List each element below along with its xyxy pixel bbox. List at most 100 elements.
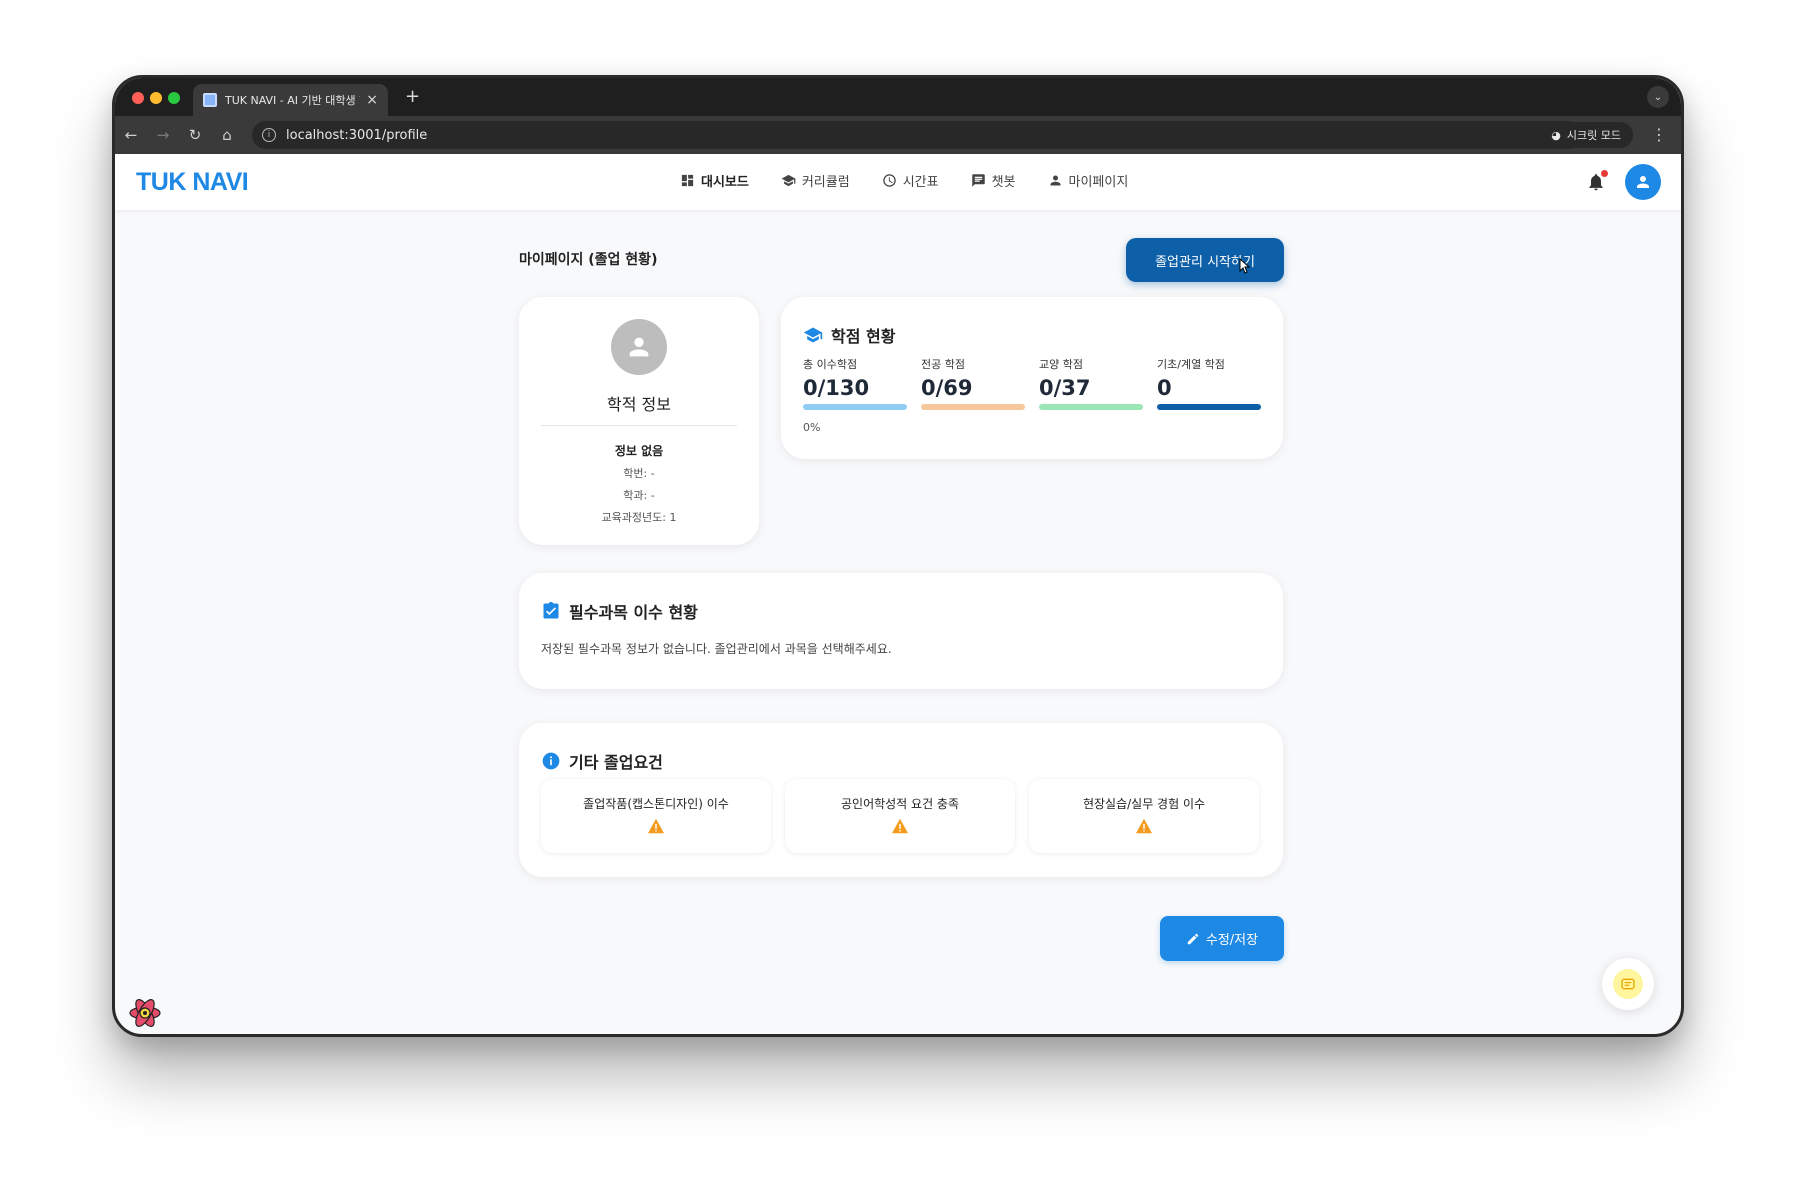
chat-icon [971, 174, 985, 187]
react-devtools-icon[interactable] [127, 995, 163, 1031]
tab-strip: TUK NAVI - AI 기반 대학생 학습 × + ⌄ [115, 78, 1681, 116]
nav-item-mypage[interactable]: 마이페이지 [1048, 171, 1129, 190]
required-courses-card: 필수과목 이수 현황 저장된 필수과목 정보가 없습니다. 졸업관리에서 과목을… [519, 573, 1283, 689]
browser-window: TUK NAVI - AI 기반 대학생 학습 × + ⌄ ← → ↻ ⌂ i … [112, 75, 1684, 1037]
required-empty-message: 저장된 필수과목 정보가 없습니다. 졸업관리에서 과목을 선택해주세요. [541, 642, 892, 656]
user-avatar-button[interactable] [1625, 164, 1661, 200]
main-nav: 대시보드 커리큘럼 시간표 챗봇 마이페이지 [680, 171, 1128, 190]
divider [541, 425, 737, 426]
credit-label: 전공 학점 [921, 358, 965, 371]
start-graduation-button[interactable]: 졸업관리 시작하기 [1126, 238, 1284, 282]
card-title: 학점 현황 [803, 323, 895, 347]
credit-value: 0 [1157, 376, 1172, 400]
student-id: 학번: - [623, 467, 655, 480]
credit-status-card: 학점 현황 총 이수학점 0/130 전공 학점 0/69 교양 학점 0/37 [781, 297, 1283, 459]
favicon-icon [203, 93, 217, 107]
forward-icon[interactable]: → [147, 126, 179, 144]
requirement-language: 공인어학성적 요건 충족 [785, 779, 1015, 853]
incognito-badge[interactable]: ◕ 시크릿 모드 [1539, 122, 1633, 148]
nav-label: 시간표 [902, 175, 939, 190]
dashboard-icon [681, 174, 694, 187]
person-icon [1050, 175, 1060, 186]
requirement-label: 공인어학성적 요건 충족 [840, 797, 960, 811]
credit-progress-bar [803, 404, 907, 410]
other-requirements-card: 기타 졸업요건 졸업작품(캡스톤디자인) 이수 공인어학성적 요건 충족 현장실… [519, 723, 1283, 877]
browser-tab[interactable]: TUK NAVI - AI 기반 대학생 학습 × [193, 84, 388, 116]
chat-icon [1621, 978, 1635, 990]
credit-basic: 기초/계열 학점 0 [1157, 356, 1261, 410]
requirement-list: 졸업작품(캡스톤디자인) 이수 공인어학성적 요건 충족 현장실습/실무 경험 … [541, 779, 1259, 853]
nav-item-curriculum[interactable]: 커리큘럼 [781, 171, 850, 190]
close-window-button[interactable] [132, 92, 144, 104]
mouse-cursor-icon [1239, 258, 1251, 274]
browser-toolbar: ← → ↻ ⌂ i localhost:3001/profile ☆ ◕ 시크릿… [115, 116, 1681, 154]
credit-value: 0/69 [921, 376, 973, 400]
tab-close-icon[interactable]: × [366, 92, 378, 108]
credit-columns: 총 이수학점 0/130 전공 학점 0/69 교양 학점 0/37 기초/계열… [803, 356, 1261, 410]
credit-label: 기초/계열 학점 [1157, 358, 1225, 371]
credit-progress-bar [1157, 404, 1261, 410]
tab-title: TUK NAVI - AI 기반 대학생 학습 [225, 94, 360, 107]
requirement-label: 졸업작품(캡스톤디자인) 이수 [583, 797, 729, 811]
clock-icon [882, 174, 896, 187]
new-tab-icon[interactable]: + [405, 86, 420, 107]
chatbot-fab-button[interactable] [1602, 958, 1654, 1010]
credit-general: 교양 학점 0/37 [1039, 356, 1143, 410]
home-icon[interactable]: ⌂ [211, 126, 243, 144]
credit-title: 학점 현황 [831, 327, 896, 346]
person-icon [1637, 176, 1649, 188]
profile-avatar [611, 319, 667, 375]
incognito-icon: ◕ [1551, 128, 1561, 142]
requirement-label: 현장실습/실무 경험 이수 [1082, 797, 1206, 811]
edit-save-button[interactable]: 수정/저장 [1160, 916, 1284, 961]
curriculum-year: 교육과정년도: 1 [601, 511, 677, 524]
page-title: 마이페이지 (졸업 현황) [519, 252, 658, 268]
credit-major: 전공 학점 0/69 [921, 356, 1025, 410]
nav-label: 대시보드 [701, 175, 749, 190]
requirement-capstone: 졸업작품(캡스톤디자인) 이수 [541, 779, 771, 853]
site-info-icon[interactable]: i [262, 128, 276, 142]
tab-search-icon[interactable]: ⌄ [1647, 86, 1669, 108]
credit-value: 0/37 [1039, 376, 1091, 400]
other-title: 기타 졸업요건 [569, 753, 663, 772]
app-header: TUK NAVI 대시보드 커리큘럼 시간표 챗봇 마이페이지 [115, 154, 1681, 211]
nav-label: 커리큘럼 [801, 175, 850, 190]
credit-label: 교양 학점 [1039, 358, 1083, 371]
warning-icon [648, 818, 664, 834]
notification-dot [1601, 170, 1608, 177]
profile-card: 학적 정보 정보 없음 학번: - 학과: - 교육과정년도: 1 [519, 297, 759, 545]
credit-label: 총 이수학점 [803, 358, 858, 371]
brand-logo[interactable]: TUK NAVI [136, 168, 249, 197]
nav-item-timetable[interactable]: 시간표 [882, 171, 939, 190]
credit-total: 총 이수학점 0/130 [803, 356, 907, 410]
credit-progress-bar [1039, 404, 1143, 410]
pencil-icon [1187, 933, 1199, 944]
notification-bell-icon[interactable] [1586, 170, 1608, 192]
address-bar[interactable]: i localhost:3001/profile ☆ [252, 121, 1582, 149]
warning-icon [892, 818, 908, 834]
reload-icon[interactable]: ↻ [179, 126, 211, 144]
edit-button-label: 수정/저장 [1205, 933, 1259, 948]
back-icon[interactable]: ← [115, 126, 147, 144]
minimize-window-button[interactable] [150, 92, 162, 104]
required-title: 필수과목 이수 현황 [569, 603, 698, 622]
department: 학과: - [623, 489, 655, 502]
info-icon [542, 752, 560, 770]
profile-name: 정보 없음 [614, 444, 664, 458]
nav-label: 챗봇 [991, 175, 1016, 190]
credit-value: 0/130 [803, 376, 870, 400]
checklist-icon [543, 601, 559, 619]
incognito-label: 시크릿 모드 [1566, 129, 1621, 142]
credit-percent: 0% [803, 421, 821, 434]
requirement-internship: 현장실습/실무 경험 이수 [1029, 779, 1259, 853]
chat-bubble-container [1613, 969, 1643, 999]
maximize-window-button[interactable] [168, 92, 180, 104]
credit-progress-bar [921, 404, 1025, 410]
card-title: 필수과목 이수 현황 [541, 599, 698, 623]
browser-menu-icon[interactable]: ⋮ [1651, 125, 1667, 144]
nav-item-chatbot[interactable]: 챗봇 [971, 171, 1016, 190]
url-text: localhost:3001/profile [286, 127, 428, 143]
graduation-cap-icon [781, 174, 796, 187]
nav-item-dashboard[interactable]: 대시보드 [680, 171, 749, 190]
nav-label: 마이페이지 [1068, 175, 1129, 190]
